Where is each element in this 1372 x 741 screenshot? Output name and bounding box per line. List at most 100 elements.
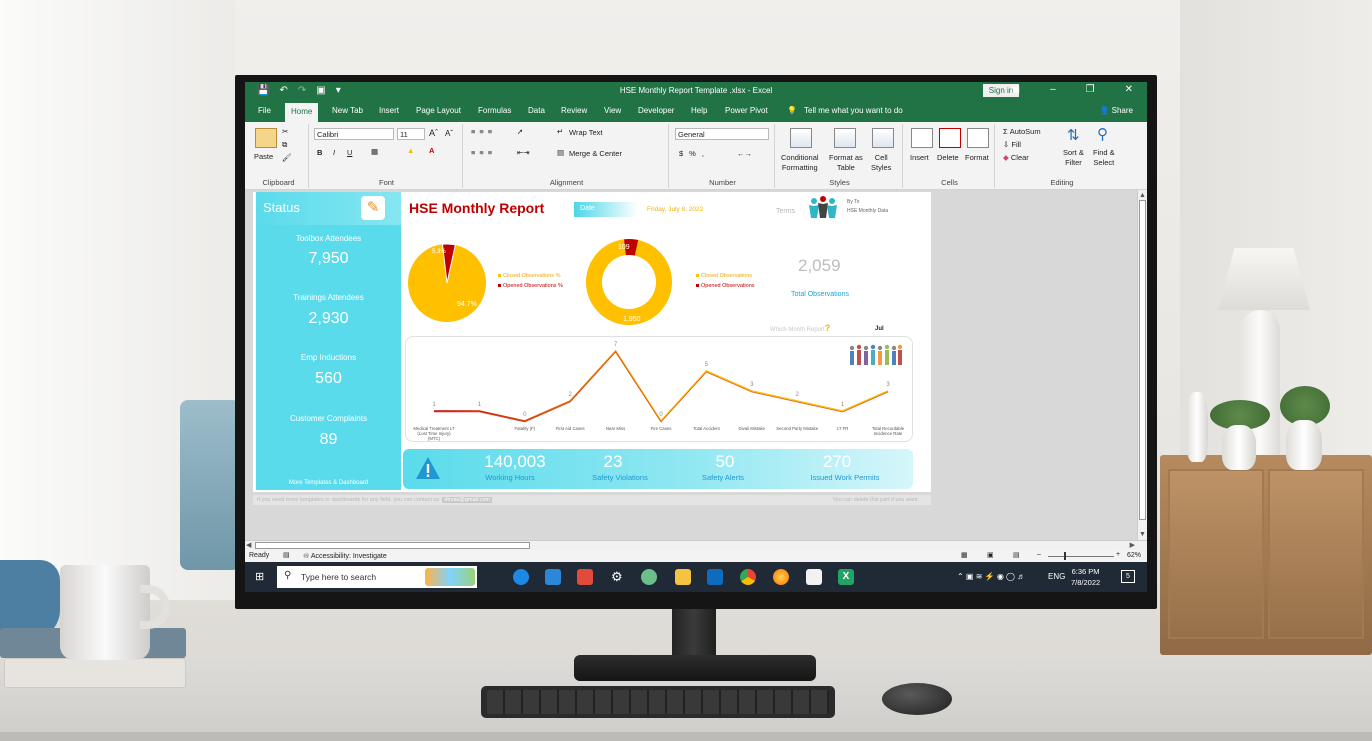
- number-format-combo[interactable]: General: [675, 128, 769, 140]
- format-cells-button[interactable]: Format: [965, 153, 989, 162]
- merge-center-button[interactable]: Merge & Center: [569, 149, 622, 158]
- shrink-font-icon[interactable]: Aˇ: [445, 129, 453, 138]
- sort-filter-button[interactable]: Sort & Filter: [1063, 148, 1084, 168]
- tab-developer[interactable]: Developer: [638, 106, 674, 115]
- language-indicator[interactable]: ENG: [1048, 572, 1065, 581]
- tray-icons[interactable]: ⌃ ▣ ≋ ⚡ ◉ ◯ ♬: [957, 572, 1025, 581]
- taskbar-search[interactable]: ⚲ Type here to search: [277, 566, 477, 588]
- page-break-view-icon[interactable]: ▤: [1013, 551, 1020, 559]
- copy-icon[interactable]: ⧉: [282, 140, 287, 150]
- macro-record-icon[interactable]: ▤: [283, 551, 290, 559]
- horizontal-scroll-thumb[interactable]: [255, 542, 530, 549]
- vertical-scroll-thumb[interactable]: [1139, 200, 1146, 520]
- contact-footnote: If you need more templates or dashboards…: [253, 495, 931, 505]
- maximize-icon[interactable]: ❐: [1086, 84, 1095, 95]
- horizontal-align-icons[interactable]: ≡≡≡: [471, 148, 496, 157]
- font-name-combo[interactable]: Calibri: [314, 128, 394, 140]
- fill-label: Fill: [1011, 140, 1021, 149]
- clock[interactable]: 6:36 PM 7/8/2022: [1071, 566, 1100, 588]
- zoom-level[interactable]: 62%: [1127, 552, 1141, 559]
- edge-icon[interactable]: [513, 569, 529, 585]
- cell-styles-button[interactable]: Cell Styles: [871, 153, 891, 173]
- month-selector[interactable]: Jul: [875, 326, 884, 332]
- zoom-in-icon[interactable]: +: [1116, 551, 1120, 558]
- font-color-icon[interactable]: A: [429, 146, 434, 155]
- tab-help[interactable]: Help: [691, 106, 707, 115]
- chrome-icon[interactable]: [740, 569, 756, 585]
- close-icon[interactable]: ✕: [1125, 84, 1133, 95]
- tab-home[interactable]: Home: [285, 103, 319, 122]
- scroll-right-icon[interactable]: ▶: [1130, 541, 1135, 549]
- tab-page-layout[interactable]: Page Layout: [416, 106, 461, 115]
- page-layout-view-icon[interactable]: ▣: [987, 551, 994, 559]
- file-explorer-icon[interactable]: [675, 569, 691, 585]
- legend-label: Closed Observations %: [503, 273, 561, 279]
- format-as-table-button[interactable]: Format as Table: [829, 153, 863, 173]
- cabinet: [1160, 455, 1372, 655]
- fill-button[interactable]: ⇩ Fill: [1003, 140, 1021, 149]
- grow-font-icon[interactable]: Aˆ: [429, 128, 438, 138]
- tab-insert[interactable]: Insert: [379, 106, 399, 115]
- normal-view-icon[interactable]: ▦: [961, 551, 968, 559]
- wrap-text-button[interactable]: Wrap Text: [569, 128, 603, 137]
- tab-data[interactable]: Data: [528, 106, 545, 115]
- orientation-icon[interactable]: ➚: [517, 127, 523, 136]
- windows-start-icon[interactable]: ⊞: [255, 570, 264, 583]
- tell-me-search[interactable]: Tell me what you want to do: [804, 106, 903, 115]
- scroll-up-icon[interactable]: ▲: [1139, 192, 1146, 199]
- indent-icons[interactable]: ⇤⇥: [517, 148, 530, 157]
- font-size-combo[interactable]: 11: [397, 128, 425, 140]
- tab-review[interactable]: Review: [561, 106, 587, 115]
- excel-icon[interactable]: X: [838, 569, 854, 585]
- tab-power-pivot[interactable]: Power Pivot: [725, 106, 768, 115]
- notifications-icon[interactable]: 5: [1121, 570, 1135, 583]
- clipboard-report-icon: ✎: [361, 196, 385, 220]
- minimize-icon[interactable]: –: [1050, 84, 1056, 95]
- italic-icon[interactable]: I: [333, 148, 335, 157]
- search-placeholder: Type here to search: [301, 572, 377, 582]
- horizontal-scrollbar[interactable]: ◀ ▶: [245, 540, 1147, 550]
- store-icon[interactable]: [545, 569, 561, 585]
- scroll-left-icon[interactable]: ◀: [246, 541, 251, 549]
- app-icon[interactable]: [577, 569, 593, 585]
- tab-formulas[interactable]: Formulas: [478, 106, 511, 115]
- notepad-icon[interactable]: [806, 569, 822, 585]
- zoom-slider[interactable]: [1048, 556, 1114, 557]
- fill-color-icon[interactable]: ▲: [407, 146, 414, 155]
- format-painter-icon[interactable]: 🖌: [282, 153, 292, 162]
- borders-icon[interactable]: ▦: [371, 147, 378, 156]
- tab-new-tab[interactable]: New Tab: [332, 106, 363, 115]
- contact-email[interactable]: dtrzas@gmail.com: [442, 497, 492, 503]
- decimal-icons[interactable]: ←→: [737, 149, 752, 158]
- paint-icon[interactable]: [641, 569, 657, 585]
- vertical-align-icons[interactable]: ≡≡≡: [471, 127, 496, 136]
- insert-cells-button[interactable]: Insert: [910, 153, 929, 162]
- paste-icon[interactable]: [255, 128, 277, 148]
- ribbon-display-icon[interactable]: ▣: [1011, 84, 1020, 95]
- zoom-out-icon[interactable]: –: [1037, 551, 1041, 558]
- cut-icon[interactable]: ✂: [282, 127, 288, 136]
- tab-view[interactable]: View: [604, 106, 621, 115]
- outlook-icon[interactable]: [707, 569, 723, 585]
- vertical-scrollbar[interactable]: ▲ ▼: [1137, 190, 1147, 540]
- underline-icon[interactable]: U: [347, 148, 352, 157]
- paste-button[interactable]: Paste: [254, 152, 273, 161]
- clipboard-label: Clipboard: [262, 178, 295, 187]
- settings-gear-icon[interactable]: ⚙: [611, 569, 627, 585]
- accessibility-status[interactable]: ♾ Accessibility: Investigate: [303, 552, 387, 560]
- accessibility-icon: ♾: [303, 553, 310, 560]
- firefox-icon[interactable]: [773, 569, 789, 585]
- autosum-button[interactable]: Σ AutoSum: [1003, 127, 1041, 136]
- share-button[interactable]: 👤 Share: [1099, 106, 1133, 115]
- bold-icon[interactable]: B: [317, 148, 322, 157]
- worksheet[interactable]: Status ✎ Toolbox Attendees 7,950 Trainin…: [245, 190, 1137, 540]
- currency-percent-icons[interactable]: $%,: [679, 149, 710, 158]
- tab-file[interactable]: File: [258, 106, 271, 115]
- zoom-slider-thumb[interactable]: [1064, 552, 1066, 560]
- delete-cells-button[interactable]: Delete: [937, 153, 959, 162]
- find-select-button[interactable]: Find & Select: [1093, 148, 1115, 168]
- more-templates-link[interactable]: More Templates & Dashboard: [256, 480, 401, 486]
- scroll-down-icon[interactable]: ▼: [1139, 531, 1146, 538]
- clear-button[interactable]: ◆ Clear: [1003, 153, 1029, 162]
- conditional-formatting-button[interactable]: Conditional Formatting: [781, 153, 819, 173]
